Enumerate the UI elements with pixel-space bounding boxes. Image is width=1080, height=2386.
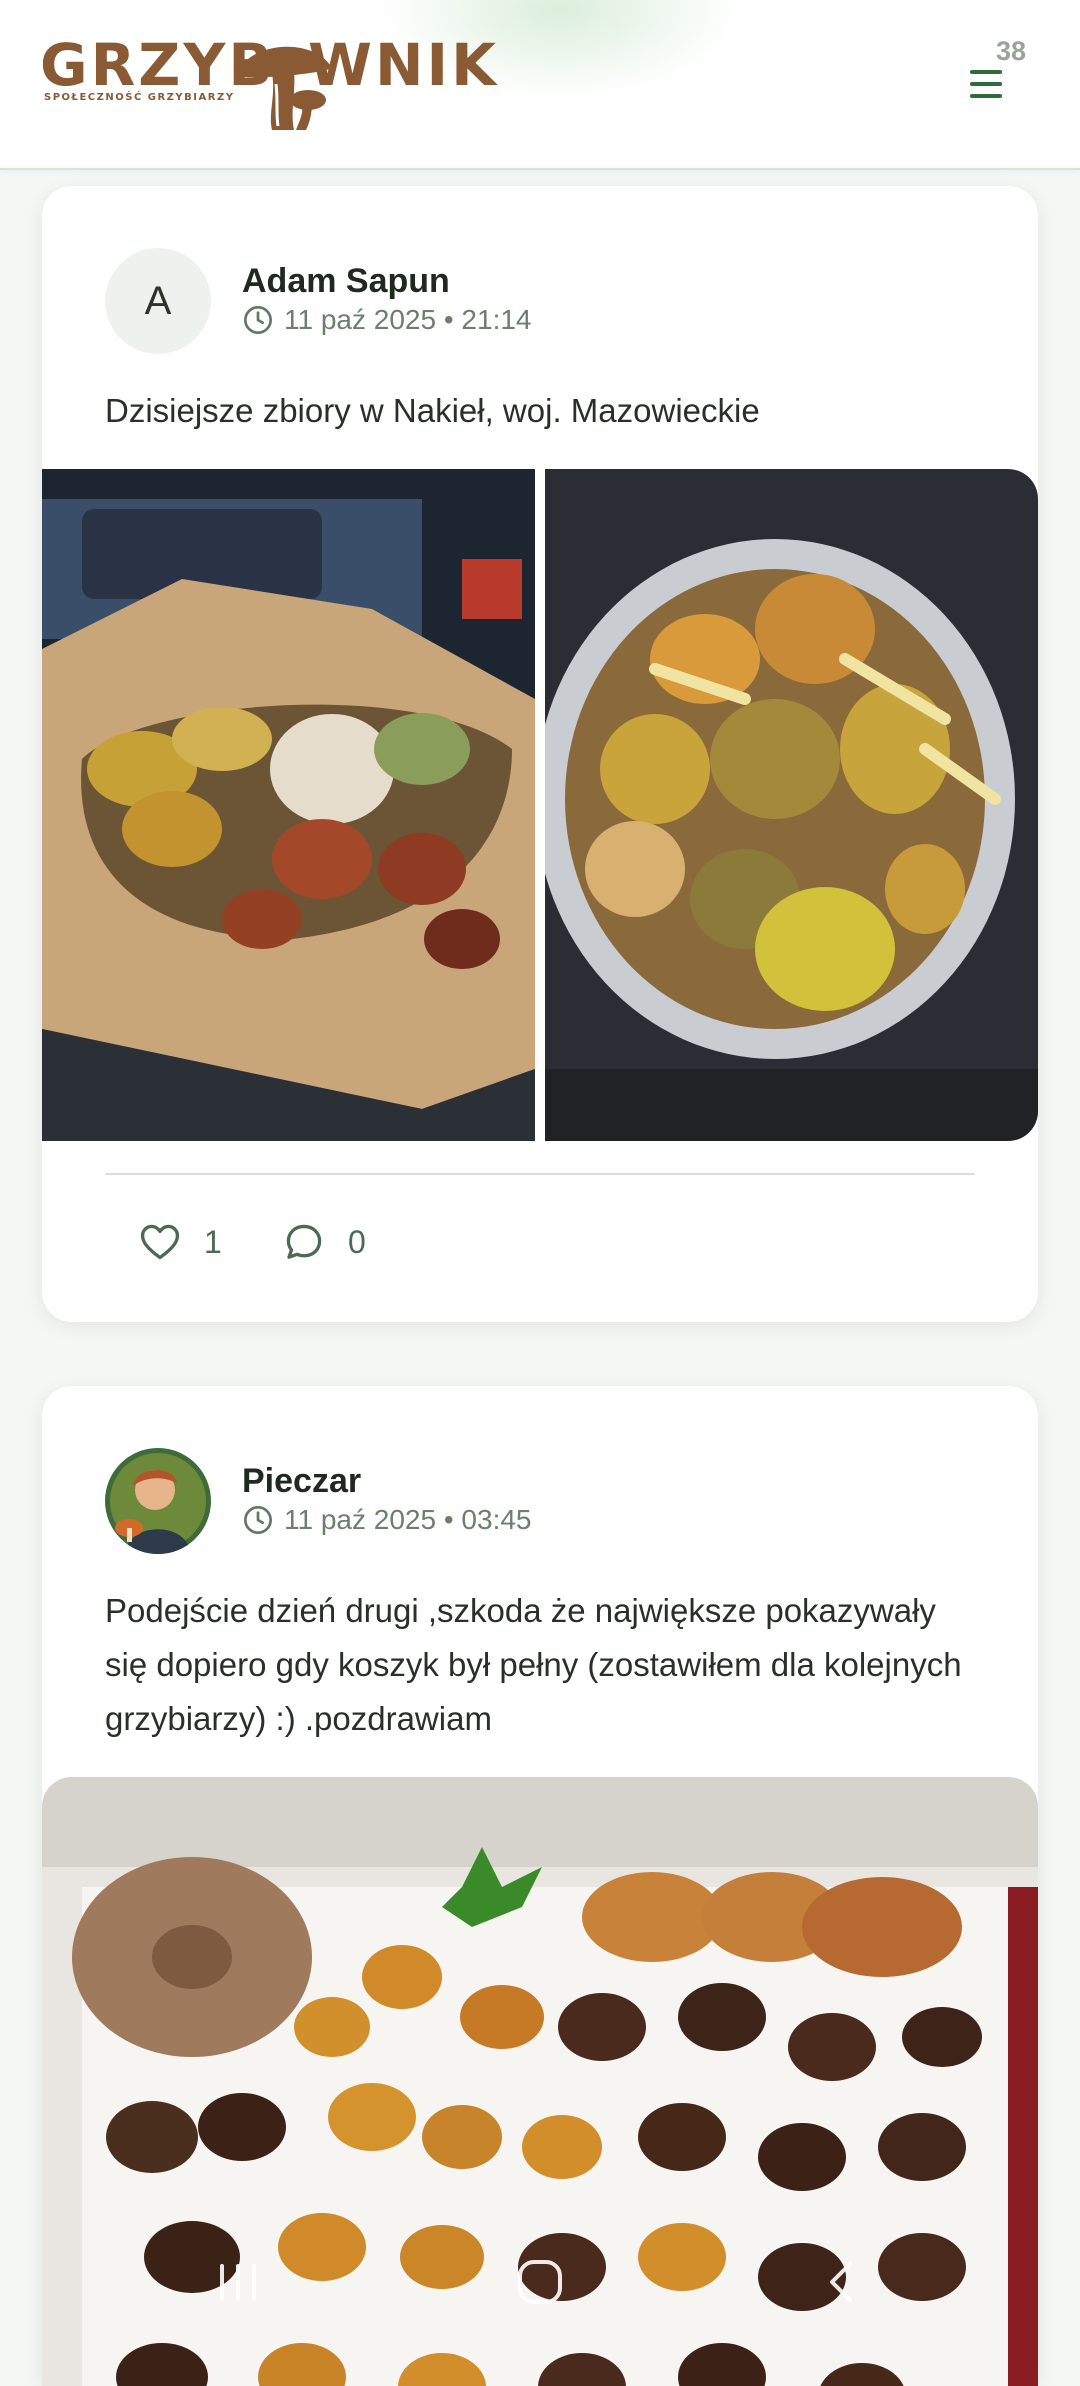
comment-button[interactable]: 0 bbox=[282, 1220, 366, 1264]
like-count: 1 bbox=[204, 1223, 222, 1260]
post-text: Dzisiejsze zbiory w Nakieł, woj. Mazowie… bbox=[105, 392, 760, 429]
home-icon[interactable] bbox=[510, 2252, 570, 2312]
app-header: GRZYB WNIK SPOŁECZNOŚĆ GRZYBIARZY 38 bbox=[0, 0, 1080, 170]
back-icon[interactable] bbox=[812, 2252, 872, 2312]
post-text: Podejście dzień drugi ,szkoda że najwięk… bbox=[105, 1592, 962, 1737]
hamburger-menu-icon[interactable] bbox=[966, 64, 1006, 104]
post-image[interactable] bbox=[42, 469, 535, 1141]
post-date: 11 paź 2025 • 03:45 bbox=[284, 1504, 532, 1535]
menu-badge: 38 bbox=[996, 36, 1027, 66]
illustrated-avatar-image bbox=[105, 1448, 211, 1554]
system-navigation-bar bbox=[0, 2230, 1080, 2340]
post-author[interactable]: Adam Sapun bbox=[242, 262, 450, 301]
avatar[interactable]: A bbox=[105, 248, 211, 354]
comment-icon bbox=[286, 1224, 322, 1259]
logo[interactable]: GRZYB WNIK SPOŁECZNOŚĆ GRZYBIARZY bbox=[40, 30, 496, 140]
post-meta: 11 paź 2025 • 03:45 bbox=[242, 1504, 532, 1536]
like-button[interactable]: 1 bbox=[138, 1220, 222, 1264]
clock-icon bbox=[244, 1506, 272, 1534]
post-author[interactable]: Pieczar bbox=[242, 1462, 361, 1501]
clock-icon bbox=[244, 306, 272, 334]
post-card: A Adam Sapun 11 paź 2025 • 21:14 Dzisiej… bbox=[42, 186, 1038, 1322]
post-date: 11 paź 2025 • 21:14 bbox=[284, 304, 532, 335]
post-image[interactable] bbox=[545, 469, 1038, 1141]
post-meta: 11 paź 2025 • 21:14 bbox=[242, 304, 532, 336]
heart-icon bbox=[140, 1224, 180, 1260]
recent-apps-icon[interactable] bbox=[208, 2252, 268, 2312]
logo-text-right: WNIK bbox=[308, 31, 500, 99]
avatar[interactable] bbox=[105, 1448, 211, 1554]
logo-tagline: SPOŁECZNOŚĆ GRZYBIARZY bbox=[44, 92, 235, 103]
comment-count: 0 bbox=[348, 1223, 366, 1260]
divider bbox=[105, 1173, 975, 1175]
